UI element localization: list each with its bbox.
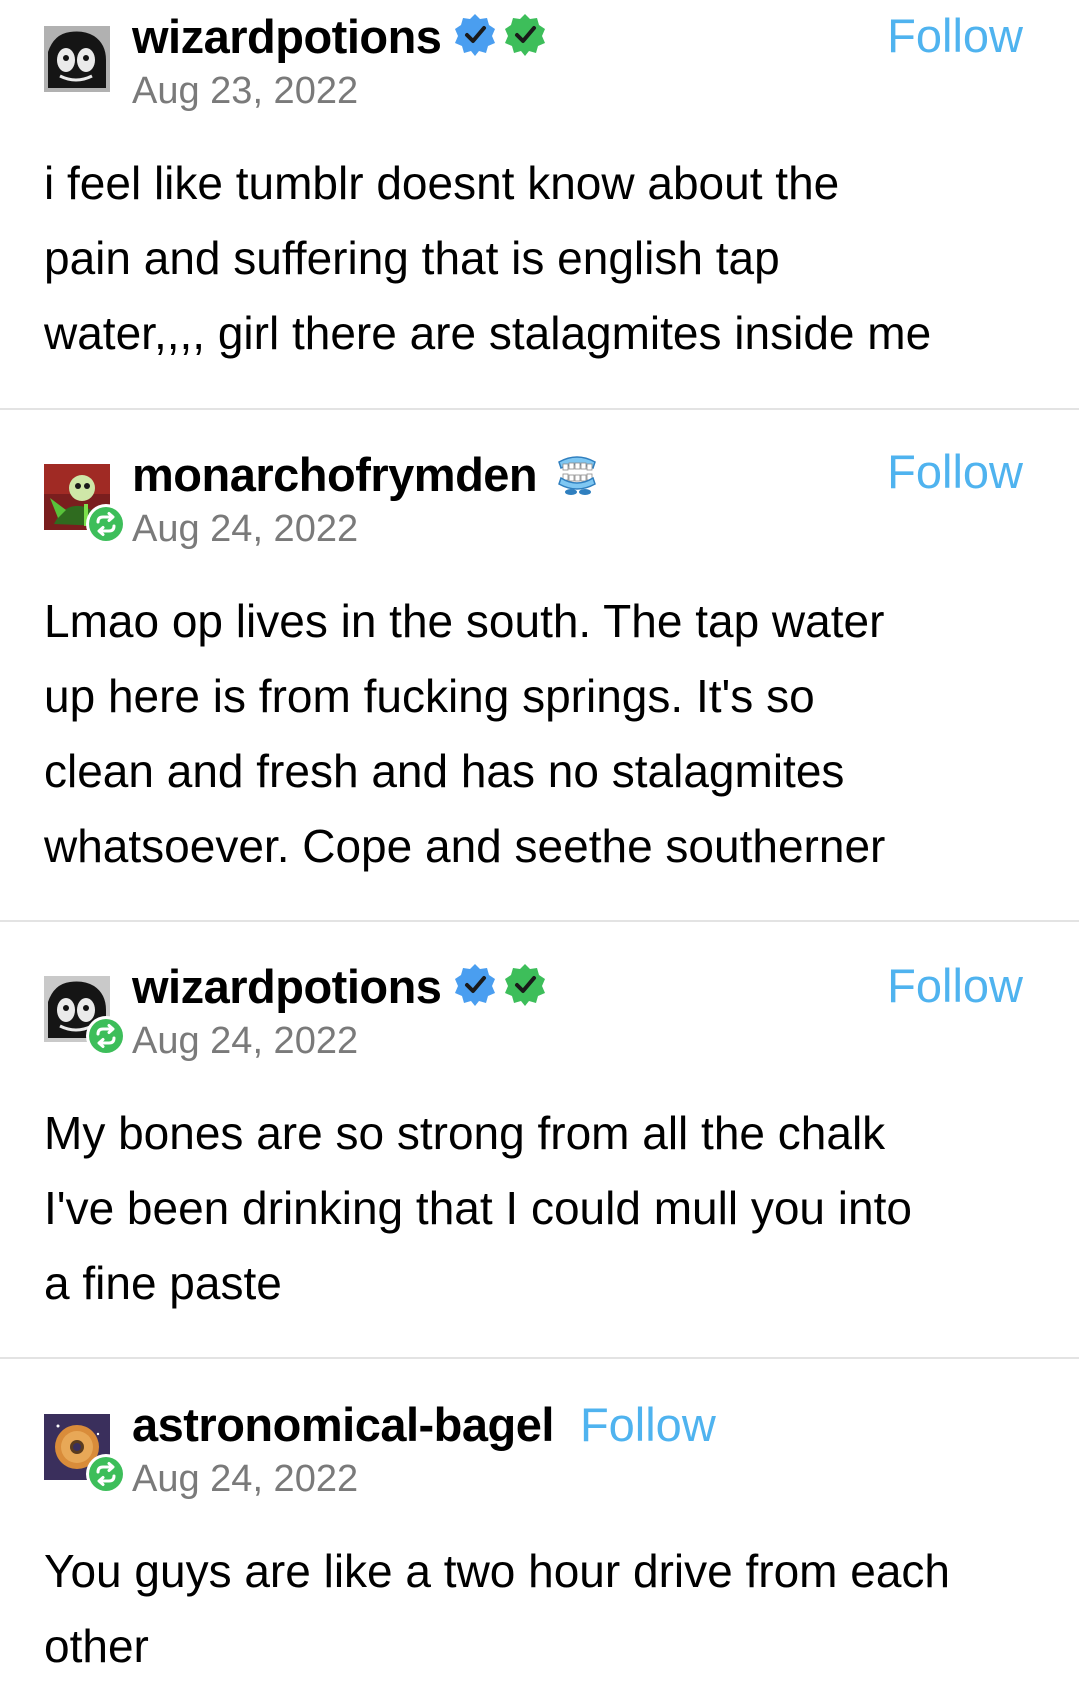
post-date[interactable]: Aug 24, 2022	[132, 1458, 358, 1501]
avatar-image	[44, 26, 110, 92]
post-body-line: My bones are so strong from all the chal…	[44, 1107, 886, 1159]
username[interactable]: astronomical-bagel	[132, 1397, 554, 1452]
reblog-badge	[86, 504, 126, 544]
post-body-line: up here is from fucking springs. It's so	[44, 670, 815, 722]
post-body-line: You guys are like a two hour drive from …	[44, 1545, 951, 1597]
follow-button[interactable]: Follow	[580, 1397, 716, 1452]
post-body: My bones are so strong from all the chal…	[44, 1096, 1044, 1321]
username[interactable]: wizardpotions	[132, 9, 442, 64]
verified-green-badge-icon[interactable]	[503, 12, 547, 61]
avatar[interactable]	[44, 26, 110, 92]
post-divider	[0, 408, 1079, 410]
verified-blue-badge-icon[interactable]	[453, 12, 497, 61]
username-row: astronomical-bagel Follow	[132, 1394, 716, 1454]
post-date[interactable]: Aug 24, 2022	[132, 508, 358, 551]
post-body: You guys are like a two hour drive from …	[44, 1534, 1044, 1684]
reblog-badge	[86, 1016, 126, 1056]
post-body-line: clean and fresh and has no stalagmites	[44, 745, 845, 797]
verified-blue-badge-icon[interactable]	[453, 962, 497, 1011]
post-body-line: whatsoever. Cope and seethe southerner	[44, 820, 886, 872]
verified-green-badge-icon[interactable]	[503, 962, 547, 1011]
follow-button[interactable]: Follow	[887, 8, 1023, 63]
reblog-icon	[89, 507, 123, 541]
avatar[interactable]	[44, 464, 126, 544]
post-date[interactable]: Aug 24, 2022	[132, 1020, 358, 1063]
post-body-line: a fine paste	[44, 1257, 282, 1309]
avatar[interactable]	[44, 1414, 126, 1494]
username-row: wizardpotions	[132, 6, 547, 66]
post-body-line: other	[44, 1620, 149, 1672]
follow-button[interactable]: Follow	[887, 444, 1023, 499]
avatar[interactable]	[44, 976, 126, 1056]
post-divider	[0, 920, 1079, 922]
post-body-line: water,,,, girl there are stalagmites ins…	[44, 307, 932, 359]
post-body-line: Lmao op lives in the south. The tap wate…	[44, 595, 885, 647]
post-body-line: pain and suffering that is english tap	[44, 232, 780, 284]
post-body: Lmao op lives in the south. The tap wate…	[44, 584, 1044, 884]
reblog-badge	[86, 1454, 126, 1494]
username-row: wizardpotions	[132, 956, 547, 1016]
reblog-icon	[89, 1457, 123, 1491]
username[interactable]: wizardpotions	[132, 959, 442, 1014]
reblog-icon	[89, 1019, 123, 1053]
chattering-teeth-badge-icon[interactable]	[553, 448, 601, 501]
post-body-line: I've been drinking that I could mull you…	[44, 1182, 912, 1234]
username-row: monarchofrymden	[132, 444, 601, 504]
post-date[interactable]: Aug 23, 2022	[132, 70, 358, 113]
username[interactable]: monarchofrymden	[132, 447, 538, 502]
post-body: i feel like tumblr doesnt know about the…	[44, 146, 1044, 371]
post-body-line: i feel like tumblr doesnt know about the	[44, 157, 840, 209]
post-divider	[0, 1357, 1079, 1359]
follow-button[interactable]: Follow	[887, 958, 1023, 1013]
